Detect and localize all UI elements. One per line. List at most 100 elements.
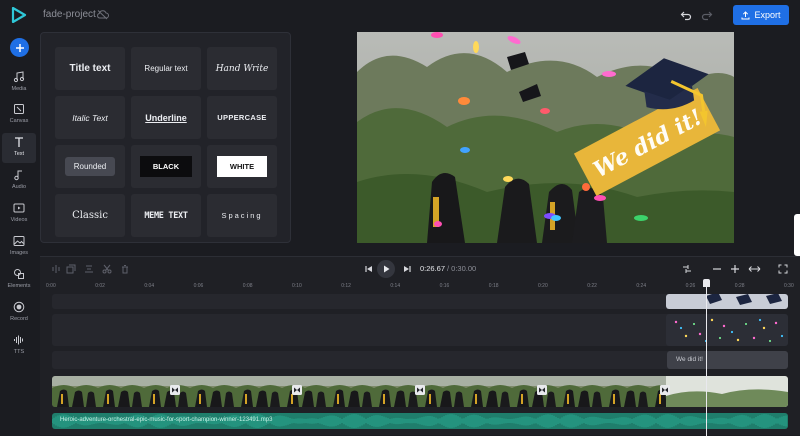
text-icon [15,137,23,147]
scissors-icon[interactable] [102,264,112,274]
ruler-tick-label: 0:20 [538,283,548,289]
text-style-uppercase[interactable]: UPPERCASE [207,96,277,139]
transition-icon[interactable] [415,385,425,395]
fit-timeline-icon[interactable] [682,264,692,274]
export-label: Export [754,10,781,20]
zoom-out-icon[interactable] [712,264,722,274]
sidebar-item-videos[interactable]: Videos [2,199,36,229]
sidebar-item-label: Canvas [9,118,29,124]
align-icon[interactable] [84,264,94,274]
sidebar-item-label: Record [10,316,28,322]
ruler-tick-label: 0:06 [193,283,204,289]
fullscreen-icon[interactable] [778,264,788,274]
sidebar-item-text[interactable]: Text [2,133,36,163]
cloud-sync-icon [97,10,109,20]
elements-icon [14,269,24,279]
ruler-tick-label: 0:04 [144,283,155,289]
sidebar-item-images[interactable]: Images [2,232,36,262]
audio-file-name: Heroic-adventure-orchestral-epic-music-f… [60,417,273,423]
track-confetti[interactable] [52,314,788,346]
tts-waveform-icon [14,335,23,345]
sidebar-item-tts[interactable]: TTS [2,331,36,361]
ruler-tick-label: 0:02 [95,283,105,289]
zoom-in-icon[interactable] [730,264,740,274]
ruler-tick-label: 0:16 [439,283,450,289]
text-clip-we-did-it[interactable]: We did it! [667,351,788,369]
ruler-tick-label: 0:12 [341,283,351,289]
ruler-tick-label: 0:26 [685,283,696,289]
expand-horizontal-icon[interactable] [748,264,761,274]
export-button[interactable]: Export [733,5,789,25]
caps-sticker-clip[interactable] [666,294,788,309]
sidebar-item-label: Images [9,250,29,256]
redo-icon[interactable] [701,9,713,21]
time-ruler[interactable]: 0:00 0:02 0:04 0:06 0:08 0:10 0:12 0:14 0:16 0:18… [40,281,800,293]
video-preview-canvas[interactable]: We did it! [357,32,734,243]
ruler-tick-label: 0:30 [784,283,794,289]
text-style-spacing[interactable]: Spacing [207,194,277,237]
transition-icon[interactable] [292,385,302,395]
ruler-tick-label: 0:14 [390,283,401,289]
playhead[interactable] [706,281,707,436]
delete-icon[interactable] [120,264,130,274]
play-button[interactable] [377,260,395,278]
text-style-handwrite[interactable]: Hand Write [207,47,277,90]
left-sidebar: Media Canvas Text Audio Videos Images El… [0,30,38,435]
ruler-tick-label: 0:08 [242,283,253,289]
text-style-title[interactable]: Title text [55,47,125,90]
timeline: 0:26.67 / 0:30.00 0:00 0:02 0:04 0:06 0:08 0:… [40,256,800,436]
sidebar-item-label: Videos [10,217,28,223]
split-icon[interactable] [51,264,61,274]
sidebar-item-record[interactable]: Record [2,298,36,328]
text-styles-panel: Title text Regular text Hand Write Itali… [40,32,291,243]
sidebar-item-canvas[interactable]: Canvas [2,100,36,130]
current-time: 0:26.67 [420,264,446,273]
add-media-button[interactable] [10,38,29,57]
text-style-meme[interactable]: MEME TEXT [131,194,201,237]
transition-icon[interactable] [170,385,180,395]
canvas-icon [14,104,24,114]
sidebar-item-label: Media [11,86,27,92]
plus-icon [15,43,24,52]
ruler-tick-label: 0:18 [488,283,499,289]
text-style-italic[interactable]: Italic Text [55,96,125,139]
text-style-classic[interactable]: Classic [55,194,125,237]
sidebar-item-media[interactable]: Media [2,68,36,98]
images-icon [13,236,25,246]
sidebar-item-label: TTS [13,349,25,355]
ruler-tick-label: 0:00 [46,283,56,289]
total-time: / 0:30.00 [447,264,477,273]
app-logo-icon[interactable] [11,7,27,23]
preview-scene: We did it! [357,32,734,243]
audio-icon [14,170,22,181]
media-icon [13,71,25,83]
videos-icon [13,203,25,213]
text-style-rounded[interactable]: Rounded [55,145,125,188]
sidebar-item-audio[interactable]: Audio [2,166,36,196]
text-style-underline[interactable]: Underline [131,96,201,139]
project-name[interactable]: fade-project [43,9,96,20]
duplicate-icon[interactable] [66,264,76,274]
panel-resize-handle[interactable] [794,214,800,256]
ruler-tick-label: 0:28 [734,283,745,289]
undo-icon[interactable] [680,9,692,21]
audio-clip-track[interactable]: Heroic-adventure-orchestral-epic-music-f… [52,413,788,429]
skip-forward-icon[interactable] [402,264,412,274]
record-icon [13,301,25,313]
transition-icon[interactable] [537,385,547,395]
text-style-regular[interactable]: Regular text [131,47,201,90]
transition-icon[interactable] [660,385,670,395]
text-style-black[interactable]: BLACK [131,145,201,188]
video-clip-track[interactable] [52,376,788,407]
ruler-tick-label: 0:10 [292,283,302,289]
sidebar-item-label: Audio [11,184,27,190]
top-bar: fade-project Export [0,0,800,30]
sidebar-item-label: Elements [7,283,31,289]
confetti-clip[interactable] [666,314,788,346]
skip-back-icon[interactable] [364,264,374,274]
text-style-white[interactable]: WHITE [207,145,277,188]
sidebar-item-elements[interactable]: Elements [2,265,36,295]
ruler-tick-label: 0:24 [636,283,647,289]
track-overlay[interactable] [52,294,788,309]
ruler-tick-label: 0:22 [587,283,597,289]
